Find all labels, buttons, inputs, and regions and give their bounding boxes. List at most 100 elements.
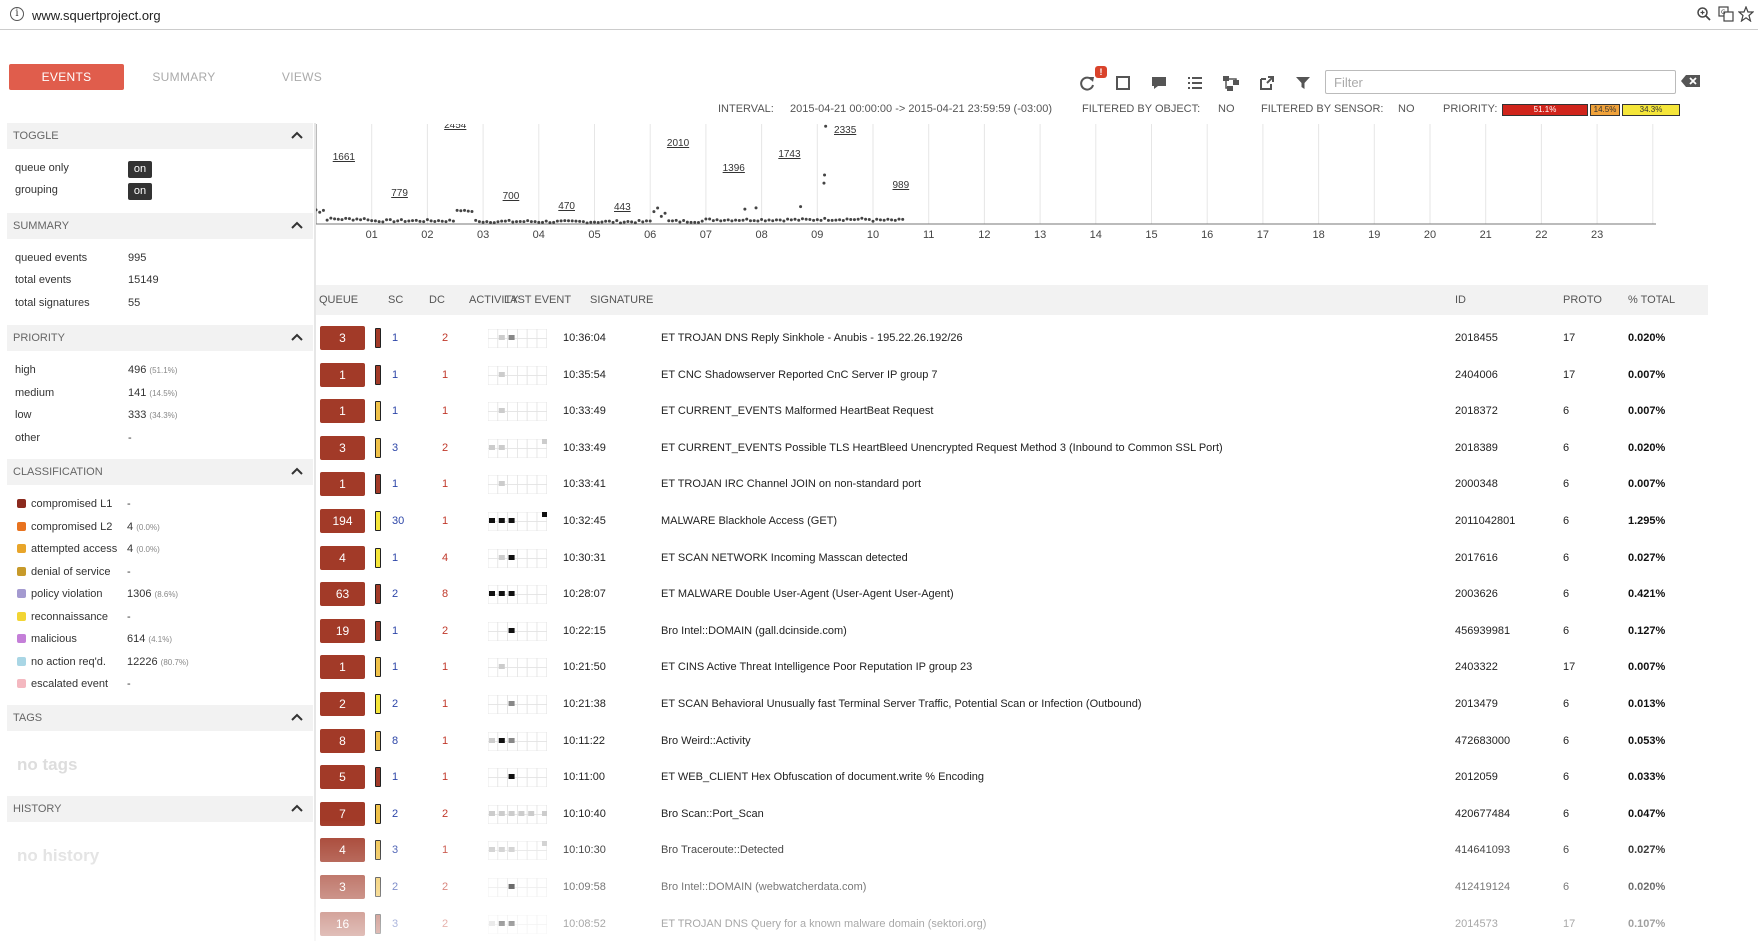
destination-count[interactable]: 1 (442, 405, 448, 417)
queue-count-button[interactable]: 194 (320, 509, 365, 533)
chevron-up-icon[interactable] (289, 127, 305, 143)
destination-count[interactable]: 2 (442, 625, 448, 637)
external-link-icon[interactable] (1258, 74, 1276, 92)
signature-id[interactable]: 2003626 (1455, 588, 1498, 600)
signature-text[interactable]: ET SCAN NETWORK Incoming Masscan detecte… (661, 552, 908, 564)
source-count[interactable]: 3 (392, 844, 398, 856)
priority-bar-segment[interactable]: 14.5% (1590, 104, 1620, 116)
toggle-section-header[interactable]: TOGGLE (7, 123, 313, 149)
signature-text[interactable]: MALWARE Blackhole Access (GET) (661, 515, 837, 527)
queue-count-button[interactable]: 8 (320, 728, 365, 753)
tab-events[interactable]: EVENTS (9, 64, 124, 90)
filter-icon[interactable] (1294, 74, 1312, 92)
signature-id[interactable]: 2012059 (1455, 771, 1498, 783)
table-row[interactable]: 1 1 1 10:21:50 ET CINS Active Threat Intelli… (316, 648, 1708, 684)
source-count[interactable]: 1 (392, 661, 398, 673)
grouping-toggle[interactable]: on (128, 183, 152, 200)
signature-text[interactable]: ET TROJAN DNS Query for a known malware … (661, 918, 986, 930)
table-row[interactable]: 8 8 1 10:11:22 Bro Weird::Activity 472683000 6… (316, 722, 1708, 758)
column-header[interactable]: % TOTAL (1628, 294, 1675, 306)
signature-text[interactable]: ET MALWARE Double User-Agent (User-Agent… (661, 588, 954, 600)
destination-count[interactable]: 1 (442, 369, 448, 381)
signature-text[interactable]: ET WEB_CLIENT Hex Obfuscation of documen… (661, 771, 984, 783)
table-row[interactable]: 1 1 1 10:33:49 ET CURRENT_EVENTS Malformed H… (316, 392, 1708, 428)
chevron-up-icon[interactable] (289, 709, 305, 725)
destination-count[interactable]: 4 (442, 552, 448, 564)
signature-id[interactable]: 456939981 (1455, 625, 1510, 637)
table-row[interactable]: 194 30 1 10:32:45 MALWARE Blackhole Access (… (316, 502, 1708, 538)
chevron-up-icon[interactable] (289, 217, 305, 233)
source-count[interactable]: 3 (392, 918, 398, 930)
table-row[interactable]: 7 2 2 10:10:40 Bro Scan::Port_Scan 420677484 6… (316, 795, 1708, 831)
signature-id[interactable]: 2018455 (1455, 332, 1498, 344)
queue-count-button[interactable]: 5 (320, 765, 365, 790)
destination-count[interactable]: 1 (442, 515, 448, 527)
classification-label[interactable]: compromised L2 (31, 521, 112, 533)
signature-text[interactable]: ET TROJAN DNS Reply Sinkhole - Anubis - … (661, 332, 963, 344)
classification-label[interactable]: reconnaissance (31, 611, 108, 623)
source-count[interactable]: 2 (392, 881, 398, 893)
priority-section-header[interactable]: PRIORITY (7, 325, 313, 351)
destination-count[interactable]: 2 (442, 881, 448, 893)
source-count[interactable]: 1 (392, 332, 398, 344)
signature-text[interactable]: Bro Weird::Activity (661, 735, 751, 747)
queue-count-button[interactable]: 2 (320, 692, 365, 716)
queue-count-button[interactable]: 3 (320, 435, 365, 460)
signature-id[interactable]: 2404006 (1455, 369, 1498, 381)
signature-text[interactable]: Bro Traceroute::Detected (661, 844, 784, 856)
classification-section-header[interactable]: CLASSIFICATION (7, 459, 313, 485)
destination-count[interactable]: 2 (442, 808, 448, 820)
table-row[interactable]: 1 1 1 10:35:54 ET CNC Shadowserver Reported … (316, 356, 1708, 392)
priority-bar-segment[interactable]: 34.3% (1622, 104, 1680, 116)
classification-item[interactable]: attempted access (17, 541, 117, 557)
classification-item[interactable]: policy violation (17, 586, 103, 602)
info-icon[interactable]: i (10, 7, 24, 21)
destination-count[interactable]: 1 (442, 771, 448, 783)
table-row[interactable]: 19 1 2 10:22:15 Bro Intel::DOMAIN (gall.dcin… (316, 612, 1708, 648)
classification-item[interactable]: compromised L2 (17, 519, 112, 535)
table-row[interactable]: 63 2 8 10:28:07 ET MALWARE Double User-Agent… (316, 575, 1708, 611)
destination-count[interactable]: 2 (442, 442, 448, 454)
signature-id[interactable]: 2013479 (1455, 698, 1498, 710)
destination-count[interactable]: 2 (442, 918, 448, 930)
table-row[interactable]: 1 1 1 10:33:41 ET TROJAN IRC Channel JOIN on… (316, 465, 1708, 501)
classification-item[interactable]: denial of service (17, 564, 111, 580)
tags-section-header[interactable]: TAGS (7, 705, 313, 731)
classification-label[interactable]: policy violation (31, 588, 103, 600)
signature-id[interactable]: 2018372 (1455, 405, 1498, 417)
table-row[interactable]: 4 3 1 10:10:30 Bro Traceroute::Detected 41464… (316, 831, 1708, 867)
classification-item[interactable]: reconnaissance (17, 609, 108, 625)
classification-item[interactable]: malicious (17, 631, 77, 647)
queue-count-button[interactable]: 16 (320, 911, 365, 936)
queue-count-button[interactable]: 1 (320, 472, 365, 497)
column-header[interactable]: SC (388, 294, 403, 306)
table-row[interactable]: 3 2 2 10:09:58 Bro Intel::DOMAIN (webwatcher… (316, 868, 1708, 904)
classification-label[interactable]: denial of service (31, 566, 111, 578)
classification-item[interactable]: no action req'd. (17, 654, 106, 670)
table-row[interactable]: 5 1 1 10:11:00 ET WEB_CLIENT Hex Obfuscation… (316, 758, 1708, 794)
source-count[interactable]: 1 (392, 405, 398, 417)
column-header[interactable]: DC (429, 294, 445, 306)
classification-label[interactable]: no action req'd. (31, 656, 106, 668)
tab-views[interactable]: VIEWS (252, 64, 352, 90)
comment-icon[interactable] (1150, 74, 1168, 92)
destination-count[interactable]: 1 (442, 844, 448, 856)
column-header[interactable]: PROTO (1563, 294, 1602, 306)
table-row[interactable]: 3 1 2 10:36:04 ET TROJAN DNS Reply Sinkhole … (316, 319, 1708, 355)
clear-filter-icon[interactable] (1680, 72, 1702, 90)
chevron-up-icon[interactable] (289, 329, 305, 345)
browser-address-bar[interactable]: i www.squertproject.org G (0, 0, 1758, 30)
table-row[interactable]: 3 3 2 10:33:49 ET CURRENT_EVENTS Possible TL… (316, 429, 1708, 465)
destination-count[interactable]: 1 (442, 698, 448, 710)
signature-text[interactable]: ET TROJAN IRC Channel JOIN on non-standa… (661, 478, 921, 490)
signature-text[interactable]: Bro Scan::Port_Scan (661, 808, 764, 820)
classification-label[interactable]: compromised L1 (31, 498, 112, 510)
signature-id[interactable]: 2000348 (1455, 478, 1498, 490)
destination-count[interactable]: 8 (442, 588, 448, 600)
classification-label[interactable]: attempted access (31, 543, 117, 555)
source-count[interactable]: 1 (392, 771, 398, 783)
refresh-icon[interactable] (1078, 74, 1096, 92)
table-row[interactable]: 4 1 4 10:30:31 ET SCAN NETWORK Incoming Mass… (316, 539, 1708, 575)
filter-input[interactable] (1325, 70, 1676, 94)
chevron-up-icon[interactable] (289, 463, 305, 479)
